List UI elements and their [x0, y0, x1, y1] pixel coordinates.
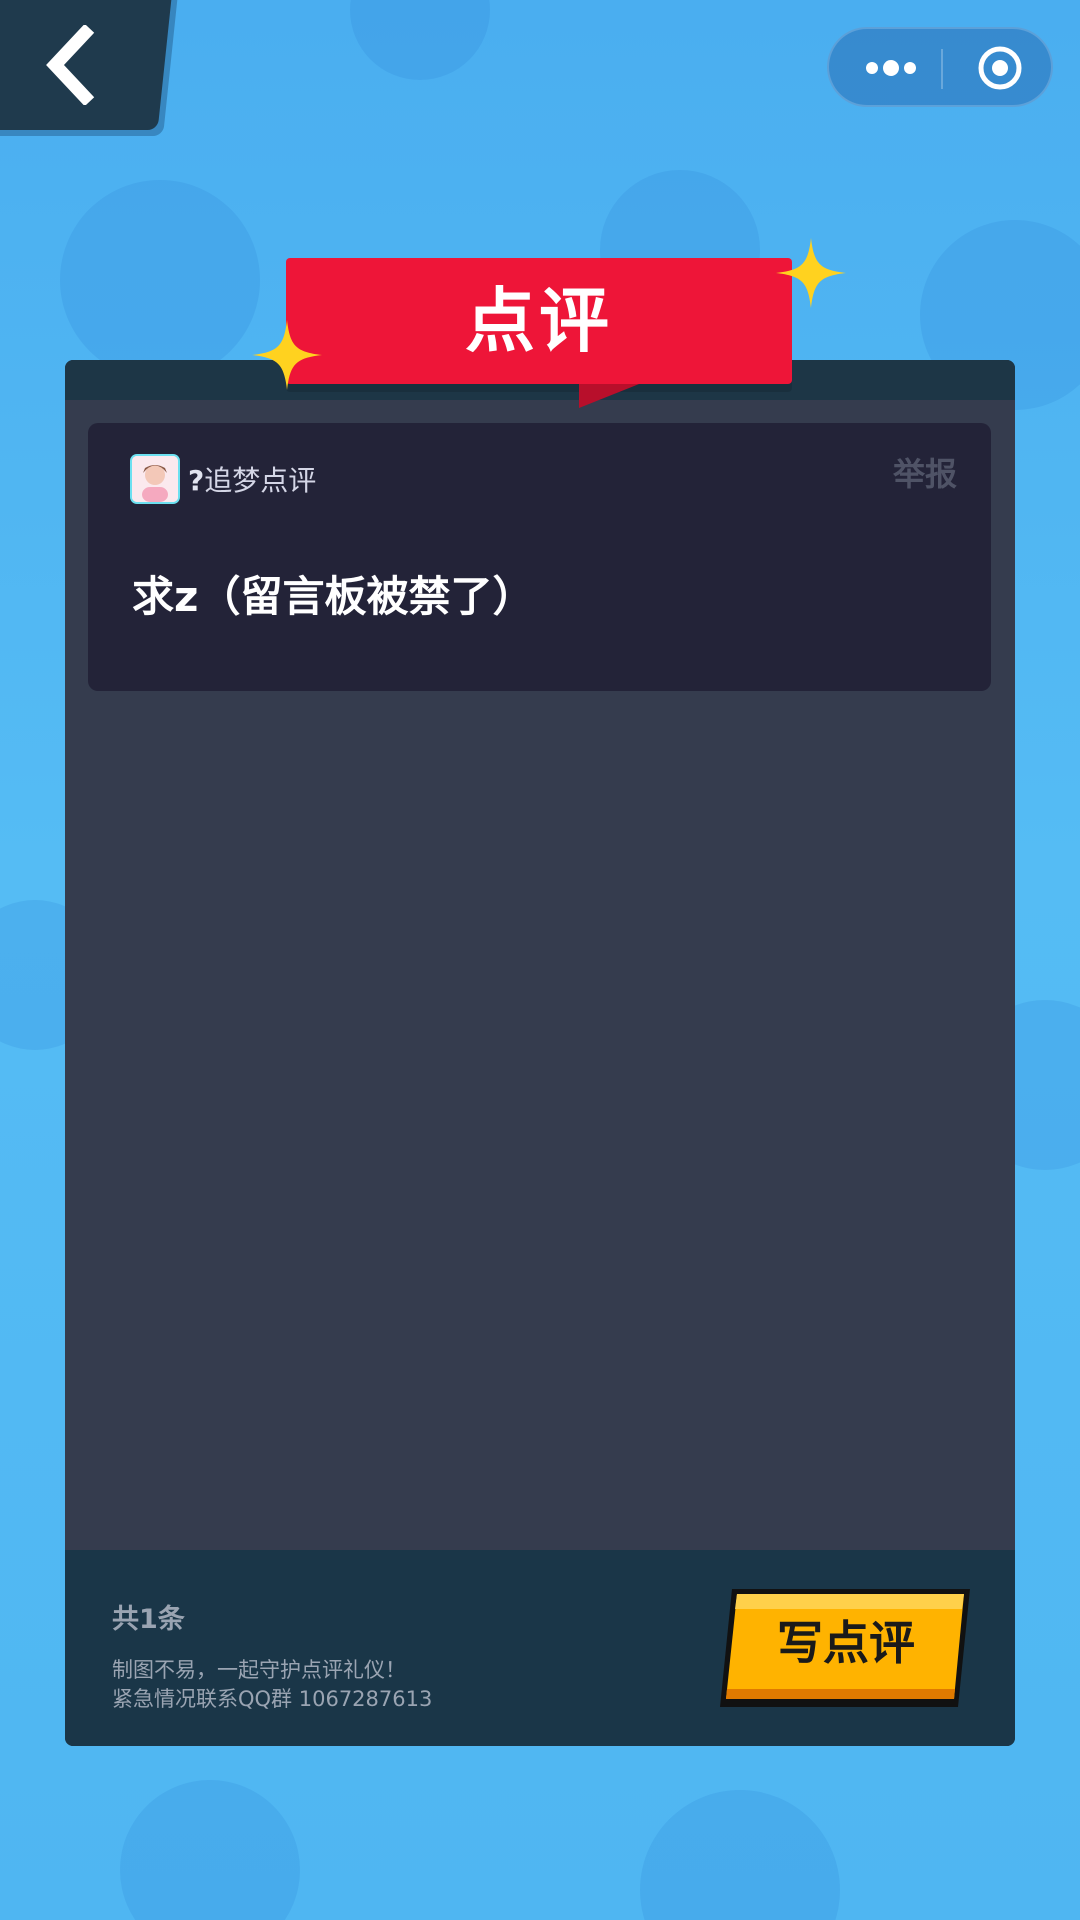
page-title: 点评 — [465, 280, 613, 362]
review-username[interactable]: ?追梦点评 — [188, 459, 316, 499]
username-prefix: ? — [188, 464, 205, 497]
chevron-left-icon[interactable] — [40, 25, 100, 105]
avatar[interactable] — [132, 456, 178, 502]
review-card: ?追梦点评 举报 求z（留言板被禁了） — [88, 423, 991, 691]
write-review-button[interactable]: 写点评 — [718, 1585, 974, 1709]
review-count: 共1条 — [112, 1604, 185, 1635]
avatar-image-icon — [132, 456, 178, 502]
sparkle-icon — [252, 320, 322, 390]
footer-note-contact: 紧急情况联系QQ群 1067287613 — [112, 1687, 433, 1711]
more-dots-icon[interactable] — [864, 57, 918, 79]
write-review-label: 写点评 — [777, 1616, 915, 1670]
review-content: 求z（留言板被禁了） — [132, 572, 535, 621]
mini-program-capsule — [827, 27, 1053, 107]
report-button[interactable]: 举报 — [893, 449, 957, 495]
ribbon-tail — [579, 384, 639, 408]
username-text: 追梦点评 — [204, 464, 317, 497]
sparkle-icon — [776, 238, 846, 308]
target-circle-icon[interactable] — [975, 43, 1025, 93]
capsule-divider — [941, 49, 943, 89]
title-ribbon: 点评 — [286, 258, 792, 384]
footer-note-etiquette: 制图不易，一起守护点评礼仪！ — [112, 1658, 406, 1682]
